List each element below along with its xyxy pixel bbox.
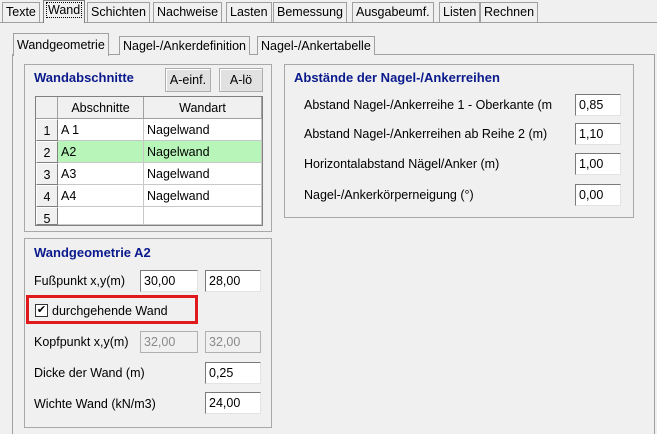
sections-table: Abschnitte Wandart 1 A 1 Nagelwand 2 A2 …: [35, 96, 263, 226]
tab-bemessung[interactable]: Bemessung: [273, 2, 348, 22]
highlight-box: [26, 295, 198, 324]
tab-schichten[interactable]: Schichten: [87, 2, 150, 22]
tab-lasten[interactable]: Lasten: [226, 2, 272, 22]
dicke-input[interactable]: 0,25: [205, 362, 261, 384]
abstand-reihe2-input[interactable]: 1,10: [575, 123, 621, 145]
table-cell-abschnitt[interactable]: [58, 207, 144, 225]
row-header[interactable]: 5: [36, 207, 58, 225]
table-cell-abschnitt[interactable]: A 1: [58, 119, 144, 141]
tab-ausgabeumf[interactable]: Ausgabeumf.: [352, 2, 434, 22]
abstand-reihe2-label: Abstand Nagel-/Ankerreihen ab Reihe 2 (m…: [304, 127, 548, 141]
kopfpunkt-x-input: 32,00: [140, 331, 198, 353]
dicke-label: Dicke der Wand (m): [34, 366, 145, 380]
delete-section-button[interactable]: A-lö: [219, 68, 263, 92]
table-cell-wandart[interactable]: [144, 207, 262, 225]
row-header[interactable]: 1: [36, 119, 58, 141]
table-corner: [36, 97, 58, 119]
tab-rechnen[interactable]: Rechnen: [480, 2, 539, 22]
wandgeometrie-title: Wandgeometrie A2: [34, 245, 151, 260]
table-cell-wandart[interactable]: Nagelwand: [144, 119, 262, 141]
tab-wand-label: Wand: [45, 2, 83, 18]
fusspunkt-y-input[interactable]: 28,00: [205, 270, 261, 292]
fusspunkt-x-input[interactable]: 30,00: [140, 270, 198, 292]
tab-listen[interactable]: Listen: [439, 2, 481, 22]
row-header[interactable]: 4: [36, 185, 58, 207]
column-header-abschnitte: Abschnitte: [58, 97, 144, 119]
fusspunkt-label: Fußpunkt x,y(m): [34, 274, 125, 288]
tab-wandgeometrie[interactable]: Wandgeometrie: [13, 33, 109, 56]
kopfpunkt-label: Kopfpunkt x,y(m): [34, 335, 129, 349]
abstaende-title: Abstände der Nagel-/Ankerreihen: [294, 70, 500, 85]
kopfpunkt-y-input: 32,00: [205, 331, 261, 353]
abstand-oberkante-input[interactable]: 0,85: [575, 94, 621, 116]
neigung-input[interactable]: 0,00: [575, 184, 621, 206]
table-cell-abschnitt[interactable]: A3: [58, 163, 144, 185]
table-cell-abschnitt[interactable]: A4: [58, 185, 144, 207]
wichte-label: Wichte Wand (kN/m3): [34, 397, 156, 411]
table-cell-wandart[interactable]: Nagelwand: [144, 185, 262, 207]
table-cell-abschnitt-selected[interactable]: A2: [58, 141, 144, 163]
tab-wand[interactable]: Wand: [43, 0, 86, 23]
horizontalabstand-label: Horizontalabstand Nägel/Anker (m): [304, 157, 500, 171]
insert-section-button[interactable]: A-einf.: [165, 68, 211, 92]
row-header[interactable]: 3: [36, 163, 58, 185]
tab-nachweise[interactable]: Nachweise: [153, 2, 223, 22]
table-cell-wandart-selected[interactable]: Nagelwand: [144, 141, 262, 163]
abstand-oberkante-label: Abstand Nagel-/Ankerreihe 1 - Oberkante …: [304, 98, 553, 112]
horizontalabstand-input[interactable]: 1,00: [575, 153, 621, 175]
tab-nagel-ankerdefinition[interactable]: Nagel-/Ankerdefinition: [119, 36, 250, 55]
tab-nagel-ankertabelle[interactable]: Nagel-/Ankertabelle: [257, 36, 375, 55]
wandabschnitte-title: Wandabschnitte: [34, 70, 134, 85]
table-cell-wandart[interactable]: Nagelwand: [144, 163, 262, 185]
row-header[interactable]: 2: [36, 141, 58, 163]
wichte-input[interactable]: 24,00: [205, 392, 261, 414]
tab-texte[interactable]: Texte: [2, 2, 40, 22]
neigung-label: Nagel-/Ankerkörperneigung (°): [304, 188, 474, 202]
column-header-wandart: Wandart: [144, 97, 262, 119]
